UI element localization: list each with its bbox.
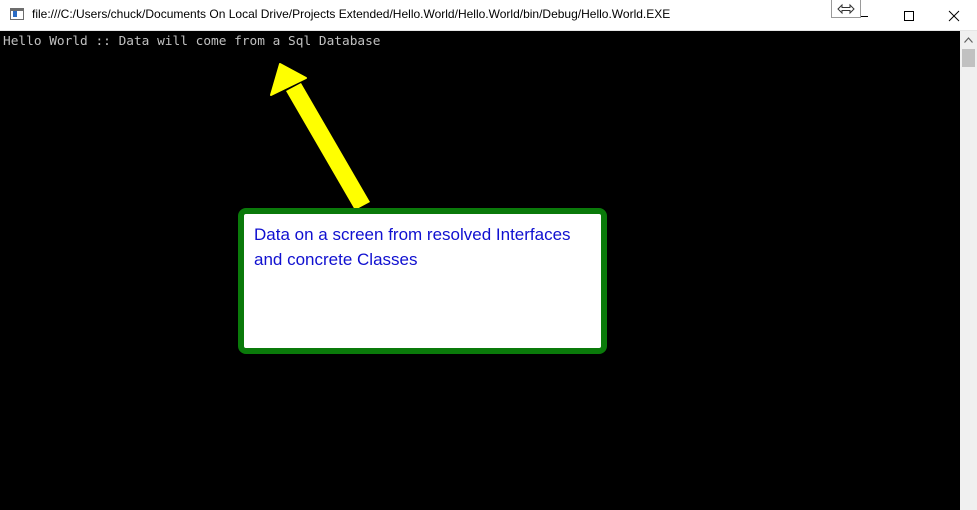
console-window: file:///C:/Users/chuck/Documents On Loca… [0,0,977,510]
window-title: file:///C:/Users/chuck/Documents On Loca… [32,7,671,21]
resize-icon [837,3,855,14]
console-output-line: Hello World :: Data will come from a Sql… [3,34,381,49]
title-bar[interactable]: file:///C:/Users/chuck/Documents On Loca… [0,0,977,31]
annotation-callout: Data on a screen from resolved Interface… [238,208,607,354]
maximize-icon [904,10,914,21]
close-icon [948,10,960,21]
maximize-button[interactable] [886,0,932,31]
scrollbar-thumb[interactable] [962,49,975,67]
scroll-up-arrow[interactable] [960,31,977,48]
callout-text: Data on a screen from resolved Interface… [254,225,571,269]
chevron-up-icon [964,36,973,43]
vertical-scrollbar[interactable] [960,31,977,510]
close-button[interactable] [931,0,977,31]
resize-handle[interactable] [831,0,861,18]
console-app-icon[interactable] [10,8,24,20]
